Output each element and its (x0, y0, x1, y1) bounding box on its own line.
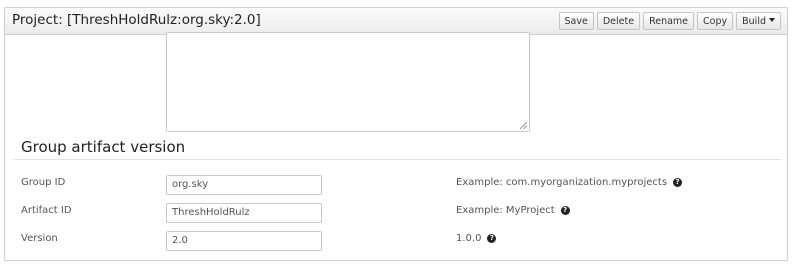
group-id-input[interactable]: org.sky (166, 175, 322, 195)
build-dropdown-button[interactable]: Build (736, 12, 781, 30)
artifact-id-input[interactable]: ThreshHoldRulz (166, 203, 322, 223)
group-id-hint: Example: com.myorganization.myprojects ? (456, 177, 683, 188)
copy-button[interactable]: Copy (697, 12, 734, 30)
resize-grip-icon[interactable] (520, 122, 527, 129)
save-button[interactable]: Save (558, 12, 594, 30)
artifact-id-hint-text: Example: MyProject (456, 205, 555, 216)
copy-button-label: Copy (703, 15, 728, 27)
delete-button[interactable]: Delete (596, 12, 641, 30)
section-divider (13, 159, 781, 160)
version-label: Version (21, 233, 58, 244)
toolbar: Save Delete Rename Copy Build (558, 12, 781, 30)
group-id-label: Group ID (21, 177, 66, 188)
artifact-id-hint: Example: MyProject ? (456, 205, 570, 216)
description-textarea[interactable] (166, 32, 530, 132)
save-button-label: Save (564, 15, 588, 27)
group-id-hint-text: Example: com.myorganization.myprojects (456, 177, 668, 188)
build-button-label: Build (742, 15, 766, 27)
delete-button-label: Delete (602, 15, 635, 27)
project-header: Project: [ThreshHoldRulz:org.sky:2.0] Sa… (5, 8, 787, 35)
rename-button-label: Rename (649, 15, 689, 27)
project-editor-panel: Project: [ThreshHoldRulz:org.sky:2.0] Sa… (4, 7, 788, 261)
version-input[interactable]: 2.0 (166, 231, 322, 251)
rename-button[interactable]: Rename (643, 12, 695, 30)
version-hint: 1.0.0 ? (456, 233, 497, 244)
section-title: Group artifact version (21, 138, 186, 156)
question-circle-icon[interactable]: ? (560, 206, 570, 215)
caret-down-icon (769, 17, 775, 22)
question-circle-icon[interactable]: ? (673, 178, 683, 187)
question-circle-icon[interactable]: ? (487, 234, 497, 243)
project-title: Project: [ThreshHoldRulz:org.sky:2.0] (12, 12, 261, 28)
version-hint-text: 1.0.0 (456, 233, 482, 244)
artifact-id-label: Artifact ID (21, 205, 72, 216)
